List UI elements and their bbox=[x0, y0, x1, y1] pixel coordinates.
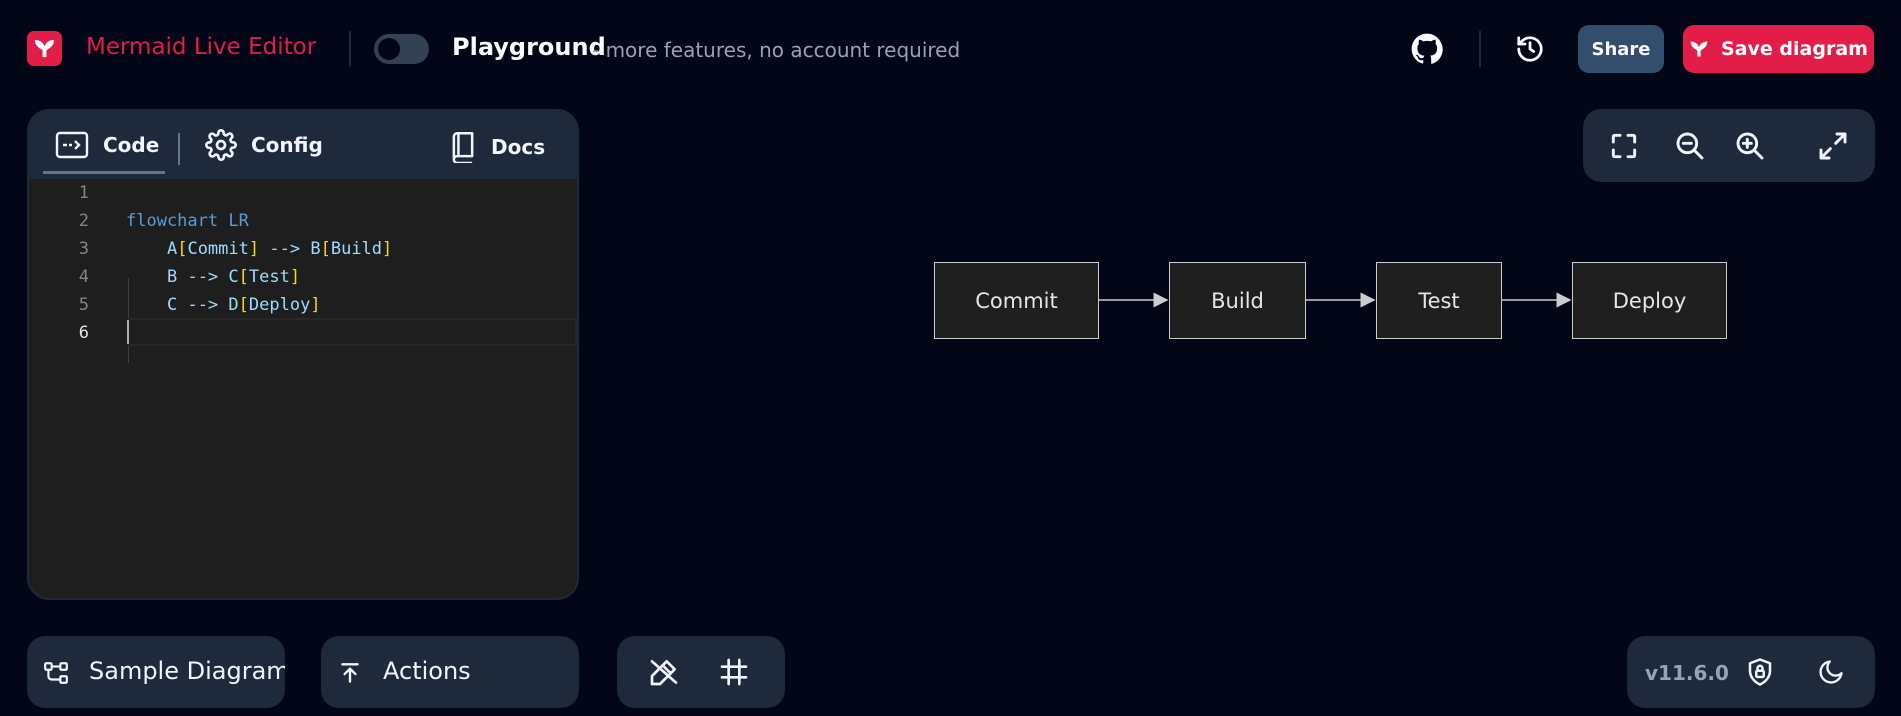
status-panel: v11.6.0 bbox=[1627, 636, 1875, 708]
upload-icon bbox=[341, 663, 359, 683]
node-test[interactable]: Test bbox=[1376, 262, 1502, 339]
actions-button[interactable]: Actions bbox=[321, 636, 579, 708]
node-build[interactable]: Build bbox=[1169, 262, 1306, 339]
pan-zoom-toggle[interactable] bbox=[645, 653, 683, 691]
sample-diagrams-label: Sample Diagrams bbox=[89, 657, 285, 685]
theme-toggle[interactable] bbox=[1812, 653, 1850, 691]
node-deploy[interactable]: Deploy bbox=[1572, 262, 1727, 339]
grid-toggle[interactable] bbox=[715, 653, 753, 691]
grid-icon bbox=[720, 658, 748, 686]
flowchart-icon bbox=[44, 662, 68, 684]
diagram-edges bbox=[1099, 292, 1572, 308]
version-label: v11.6.0 bbox=[1645, 661, 1729, 685]
sample-diagrams-button[interactable]: Sample Diagrams bbox=[27, 636, 285, 708]
node-commit[interactable]: Commit bbox=[934, 262, 1099, 339]
privacy-button[interactable] bbox=[1741, 653, 1779, 691]
shield-lock-icon bbox=[1748, 658, 1772, 686]
moon-icon bbox=[1819, 660, 1843, 684]
canvas-tools bbox=[617, 636, 785, 708]
pencil-icon bbox=[650, 660, 678, 686]
actions-label: Actions bbox=[383, 657, 471, 685]
